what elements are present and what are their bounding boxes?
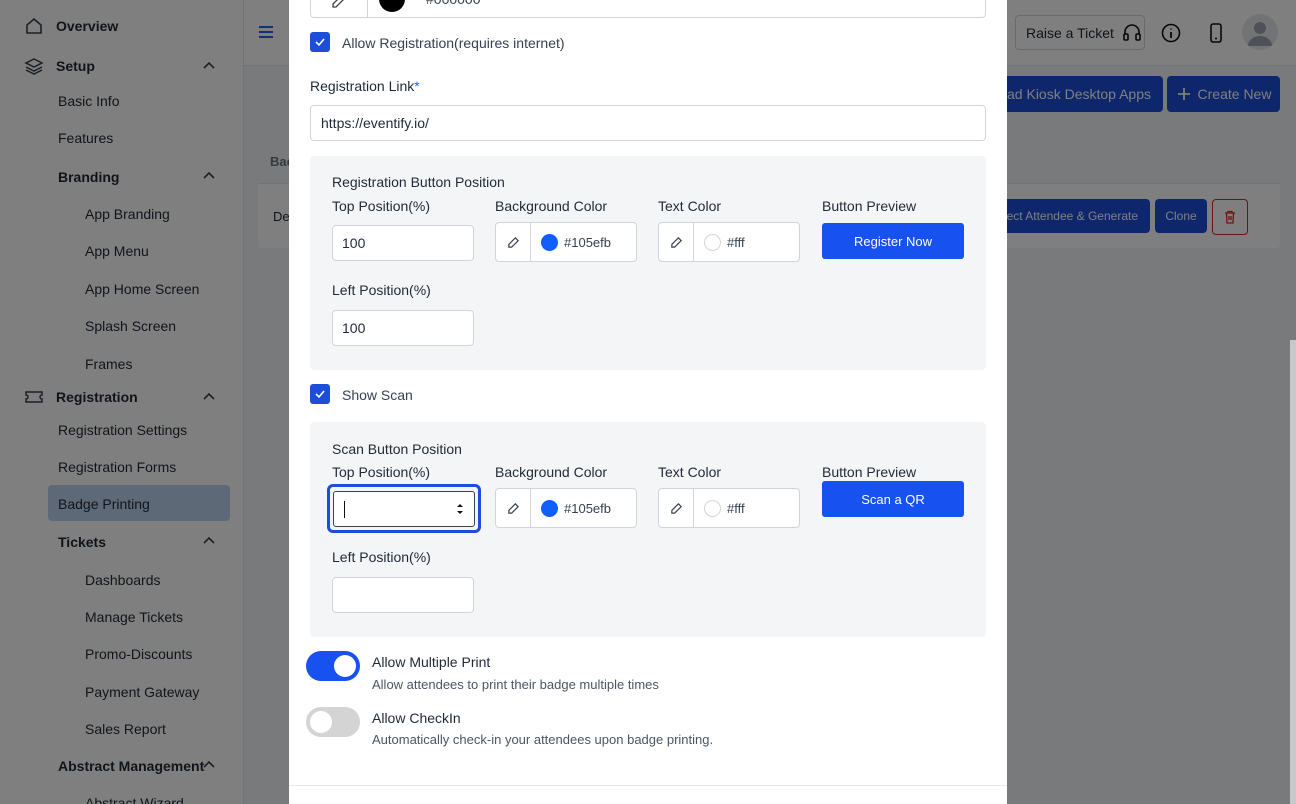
registration-background-color-input[interactable]: #105efb: [495, 222, 637, 262]
text-caret: [344, 501, 345, 518]
toggle-knob: [334, 655, 356, 677]
color-picker-button[interactable]: [496, 489, 531, 527]
color-swatch: [541, 500, 558, 517]
modal-footer-divider: [289, 785, 1007, 786]
input-value: 100: [342, 235, 366, 251]
allow-checkin-toggle[interactable]: [306, 707, 360, 737]
color-value: #fff: [727, 235, 745, 250]
color-value: #fff: [727, 501, 745, 516]
allow-registration-label: Allow Registration(requires internet): [342, 35, 565, 51]
show-scan-label: Show Scan: [342, 387, 413, 403]
registration-left-position-input[interactable]: 100: [332, 310, 474, 346]
registration-text-color-input[interactable]: #fff: [658, 222, 800, 262]
registration-button-position-panel: Registration Button Position Top Positio…: [310, 156, 986, 370]
allow-registration-checkbox[interactable]: [310, 32, 330, 52]
scan-qr-preview-button[interactable]: Scan a QR: [822, 481, 964, 517]
color-value: #105efb: [564, 235, 611, 250]
preview-button-label: Register Now: [853, 233, 933, 249]
required-asterisk: *: [414, 78, 420, 94]
color-swatch: [704, 234, 721, 251]
checkmark-icon: [315, 38, 325, 47]
number-spinner-icon[interactable]: [456, 502, 464, 516]
show-scan-checkbox[interactable]: [310, 384, 330, 404]
scan-left-position-input[interactable]: [332, 577, 474, 613]
input-value: 100: [342, 320, 366, 336]
scan-top-position-input[interactable]: [333, 491, 475, 527]
registration-top-position-input[interactable]: 100: [332, 225, 474, 261]
top-position-label: Top Position(%): [332, 198, 431, 214]
eyedropper-icon: [507, 236, 519, 248]
eyedropper-icon: [507, 502, 519, 514]
eyedropper-icon: [332, 0, 344, 8]
button-preview-label: Button Preview: [822, 198, 917, 214]
color-picker-button[interactable]: [496, 223, 531, 261]
color-swatch: [541, 234, 558, 251]
register-now-preview-button[interactable]: Register Now: [822, 223, 964, 259]
allow-multiple-print-title: Allow Multiple Print: [372, 654, 491, 670]
text-color-label: Text Color: [658, 464, 722, 480]
text-color-label: Text Color: [658, 198, 722, 214]
allow-multiple-print-toggle[interactable]: [306, 651, 360, 681]
eyedropper-icon: [670, 502, 682, 514]
previous-color-input[interactable]: #000000: [310, 0, 986, 18]
top-position-label: Top Position(%): [332, 464, 431, 480]
allow-checkin-description: Automatically check-in your attendees up…: [372, 732, 714, 747]
left-position-label: Left Position(%): [332, 549, 431, 565]
allow-multiple-print-description: Allow attendees to print their badge mul…: [372, 677, 659, 692]
badge-settings-modal: #000000 Allow Registration(requires inte…: [289, 0, 1007, 804]
color-picker-button[interactable]: [311, 0, 368, 17]
color-swatch: [704, 500, 721, 517]
background-color-label: Background Color: [495, 464, 608, 480]
button-preview-label: Button Preview: [822, 464, 917, 480]
panel-title: Scan Button Position: [332, 441, 462, 457]
panel-title: Registration Button Position: [332, 174, 505, 190]
scan-text-color-input[interactable]: #fff: [658, 488, 800, 528]
color-value: #000000: [426, 0, 481, 7]
preview-button-label: Scan a QR: [861, 491, 925, 507]
registration-link-input[interactable]: https://eventify.io/: [310, 105, 986, 141]
color-picker-button[interactable]: [659, 223, 694, 261]
page-scrollbar[interactable]: [1290, 340, 1296, 804]
color-value: #105efb: [564, 501, 611, 516]
registration-link-value: https://eventify.io/: [321, 115, 429, 131]
checkmark-icon: [315, 390, 325, 399]
toggle-knob: [310, 711, 332, 733]
allow-checkin-title: Allow CheckIn: [372, 710, 461, 726]
eyedropper-icon: [670, 236, 682, 248]
scan-background-color-input[interactable]: #105efb: [495, 488, 637, 528]
registration-link-label-text: Registration Link: [310, 78, 415, 94]
background-color-label: Background Color: [495, 198, 608, 214]
left-position-label: Left Position(%): [332, 282, 431, 298]
color-swatch: [379, 0, 405, 12]
color-picker-button[interactable]: [659, 489, 694, 527]
registration-link-label: Registration Link*: [310, 78, 420, 94]
